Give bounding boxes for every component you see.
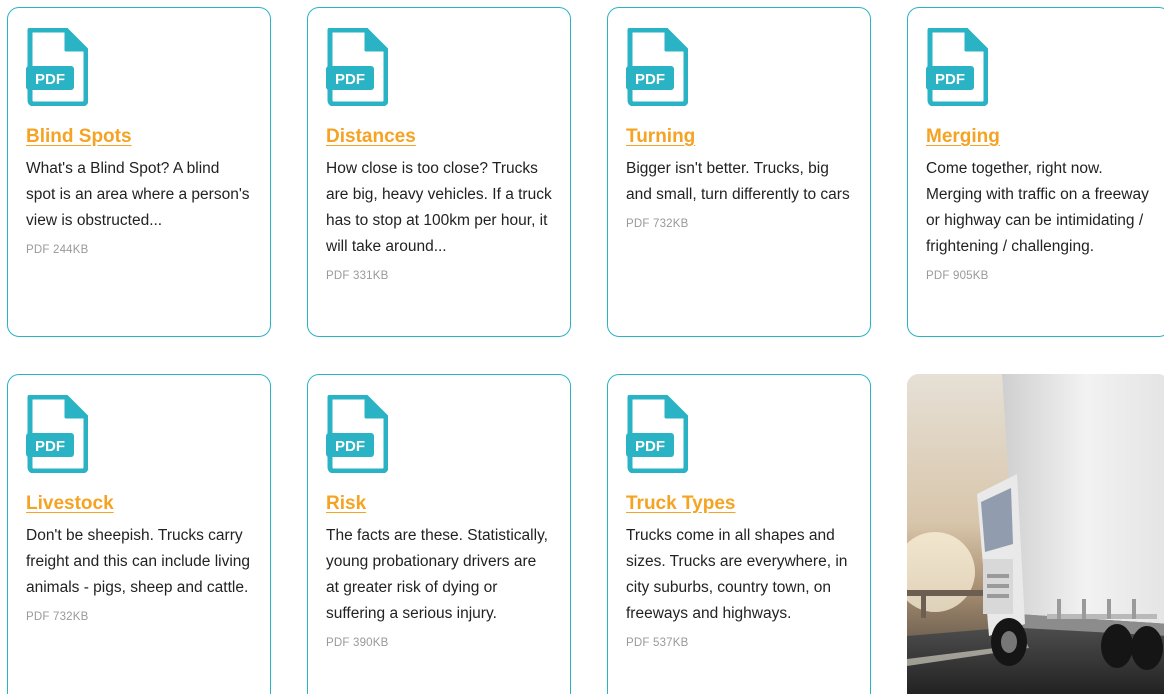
resource-file-info: PDF 390KB <box>326 637 389 649</box>
resource-description: Don't be sheepish. Trucks carry freight … <box>26 527 251 596</box>
pdf-file-icon[interactable]: PDF <box>926 28 988 106</box>
pdf-file-icon[interactable]: PDF <box>26 395 88 473</box>
resource-title-link[interactable]: Merging <box>926 124 1152 150</box>
resource-title-link[interactable]: Livestock <box>26 491 252 517</box>
resource-description: How close is too close? Trucks are big, … <box>326 160 552 255</box>
resource-title-link[interactable]: Distances <box>326 124 552 150</box>
resources-grid: PDF Blind Spots What's a Blind Spot? A b… <box>0 0 1164 694</box>
pdf-file-icon[interactable]: PDF <box>626 28 688 106</box>
resource-title-link[interactable]: Blind Spots <box>26 124 252 150</box>
pdf-file-icon[interactable]: PDF <box>326 28 388 106</box>
resource-card-blind-spots[interactable]: PDF Blind Spots What's a Blind Spot? A b… <box>7 7 271 337</box>
resource-card-risk[interactable]: PDF Risk The facts are these. Statistica… <box>307 374 571 694</box>
resource-card-turning[interactable]: PDF Turning Bigger isn't better. Trucks,… <box>607 7 871 337</box>
resource-title-link[interactable]: Turning <box>626 124 852 150</box>
pdf-icon-label: PDF <box>335 438 365 455</box>
truck-illustration <box>907 374 1164 694</box>
resource-description: Bigger isn't better. Trucks, big and sma… <box>626 160 850 203</box>
pdf-icon-label: PDF <box>335 71 365 88</box>
pdf-icon-label: PDF <box>635 71 665 88</box>
resource-card-merging[interactable]: PDF Merging Come together, right now. Me… <box>907 7 1164 337</box>
resource-description: Trucks come in all shapes and sizes. Tru… <box>626 527 848 622</box>
resource-file-info: PDF 905KB <box>926 270 989 282</box>
pdf-file-icon[interactable]: PDF <box>326 395 388 473</box>
pdf-icon-label: PDF <box>35 71 65 88</box>
pdf-file-icon[interactable]: PDF <box>626 395 688 473</box>
pdf-icon-label: PDF <box>935 71 965 88</box>
resource-file-info: PDF 732KB <box>626 218 689 230</box>
resource-file-info: PDF 732KB <box>26 611 89 623</box>
truck-photo <box>907 374 1164 694</box>
resource-card-livestock[interactable]: PDF Livestock Don't be sheepish. Trucks … <box>7 374 271 694</box>
resource-card-truck-types[interactable]: PDF Truck Types Trucks come in all shape… <box>607 374 871 694</box>
resource-title-link[interactable]: Truck Types <box>626 491 852 517</box>
resource-title-link[interactable]: Risk <box>326 491 552 517</box>
pdf-file-icon[interactable]: PDF <box>26 28 88 106</box>
pdf-icon-label: PDF <box>635 438 665 455</box>
pdf-icon-label: PDF <box>35 438 65 455</box>
resource-description: What's a Blind Spot? A blind spot is an … <box>26 160 250 229</box>
resource-file-info: PDF 244KB <box>26 244 89 256</box>
resource-description: Come together, right now. Merging with t… <box>926 160 1149 255</box>
resource-file-info: PDF 331KB <box>326 270 389 282</box>
resource-file-info: PDF 537KB <box>626 637 689 649</box>
resource-card-distances[interactable]: PDF Distances How close is too close? Tr… <box>307 7 571 337</box>
resource-description: The facts are these. Statistically, youn… <box>326 527 548 622</box>
